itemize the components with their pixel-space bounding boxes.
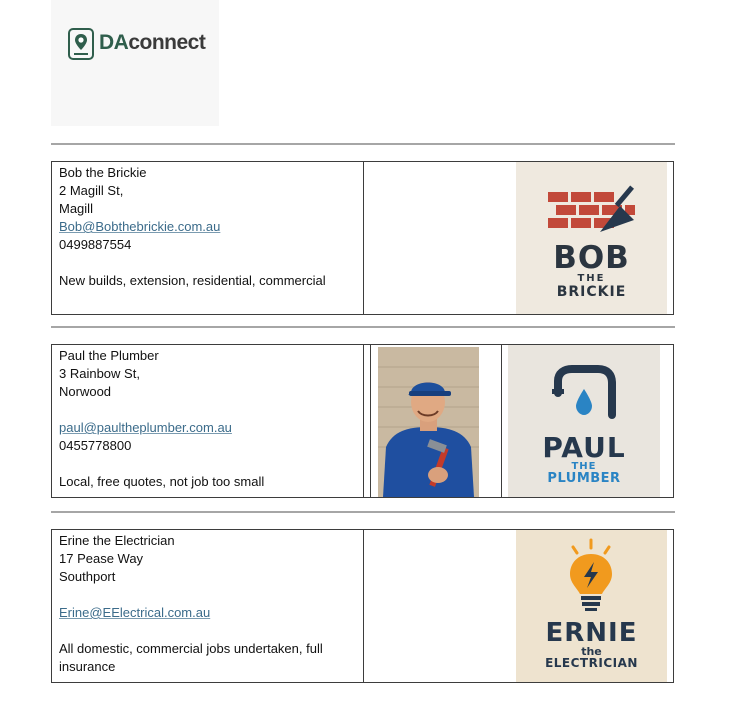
address-line2: Magill [59, 201, 93, 216]
logo-trade-text: ELECTRICIAN [545, 656, 638, 670]
phone-number: 0455778800 [59, 438, 132, 453]
address-line1: 2 Magill St, [59, 183, 124, 198]
map-pin-icon [68, 28, 94, 60]
logo-trade-text: PLUMBER [547, 471, 621, 486]
business-name: Paul the Plumber [59, 348, 159, 363]
plumber-figure-icon [378, 347, 479, 497]
cell-divider [363, 162, 364, 314]
description: New builds, extension, residential, comm… [59, 273, 326, 288]
address-line1: 3 Rainbow St, [59, 366, 140, 381]
section-divider [51, 511, 675, 513]
bob-logo-image: BOB THE BRICKIE [516, 162, 667, 314]
logo-big-text: BOB [553, 240, 630, 276]
description: Local, free quotes, not job too small [59, 474, 265, 489]
cell-divider [363, 345, 364, 497]
address-line1: 17 Pease Way [59, 551, 144, 566]
brick-trowel-icon [548, 185, 635, 232]
business-name: Erine the Electrician [59, 533, 175, 548]
ernie-logo-image: ERNIE the ELECTRICIAN [516, 530, 667, 682]
logo-big-text: ERNIE [545, 618, 638, 648]
listing-info: Erine the Electrician 17 Pease Way South… [59, 532, 359, 676]
listing-card-erine: Erine the Electrician 17 Pease Way South… [51, 529, 674, 683]
brand-suffix: connect [128, 31, 206, 54]
listing-card-bob: Bob the Brickie 2 Magill St, Magill Bob@… [51, 161, 674, 315]
listing-info: Bob the Brickie 2 Magill St, Magill Bob@… [59, 164, 326, 290]
plumber-portrait-photo [378, 347, 479, 497]
listing-info: Paul the Plumber 3 Rainbow St, Norwood p… [59, 347, 264, 491]
section-divider [51, 143, 675, 145]
brand-prefix: DA [99, 31, 129, 54]
brand-name: DAconnect [99, 31, 206, 55]
listing-card-paul: Paul the Plumber 3 Rainbow St, Norwood p… [51, 344, 674, 498]
cell-divider [363, 530, 364, 682]
email-link[interactable]: paul@paultheplumber.com.au [59, 419, 264, 437]
description: All domestic, commercial jobs undertaken… [59, 641, 323, 674]
paul-logo-image: PAUL THE PLUMBER [508, 345, 660, 497]
phone-number: 0499887554 [59, 237, 132, 252]
pipe-drop-icon [552, 365, 616, 419]
email-link[interactable]: Bob@Bobthebrickie.com.au [59, 218, 326, 236]
lightbulb-bolt-icon [570, 538, 612, 611]
section-divider [51, 326, 675, 328]
address-line2: Southport [59, 569, 116, 584]
business-name: Bob the Brickie [59, 165, 147, 180]
logo-big-text: PAUL [542, 431, 626, 464]
brand-logo: DAconnect [51, 0, 219, 126]
logo-small-text: THE [577, 273, 606, 284]
email-link[interactable]: Erine@EElectrical.com.au [59, 604, 359, 622]
address-line2: Norwood [59, 384, 112, 399]
logo-trade-text: BRICKIE [556, 284, 627, 300]
